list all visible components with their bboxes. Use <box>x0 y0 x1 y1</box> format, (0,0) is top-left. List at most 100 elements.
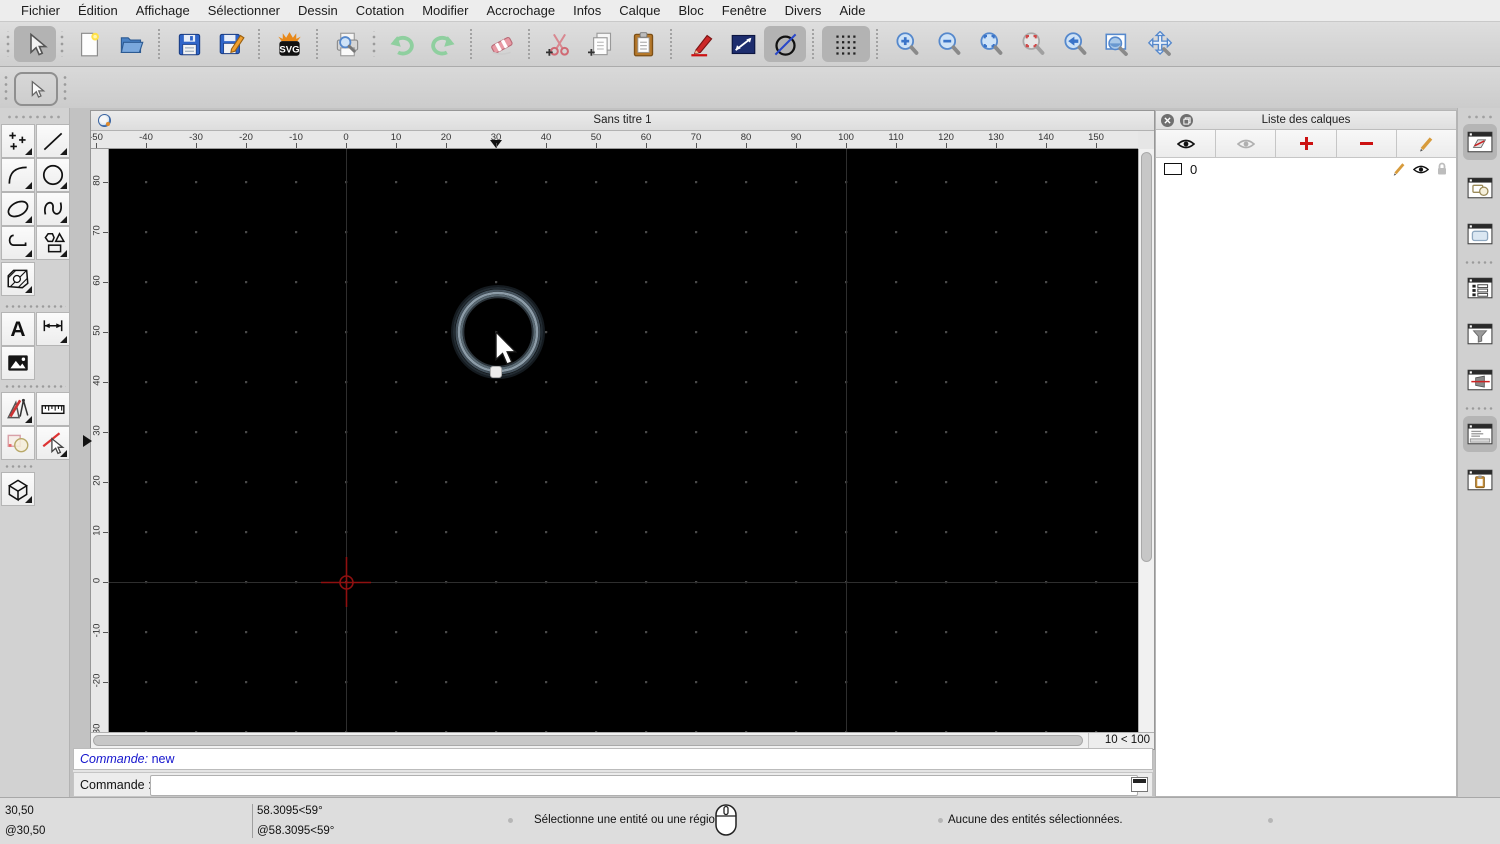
dock-drag-handle[interactable] <box>1464 406 1495 411</box>
current-tool-select-button[interactable] <box>14 72 58 106</box>
redo-button[interactable] <box>422 26 464 62</box>
library-browser-dock-button[interactable] <box>1463 216 1497 252</box>
circle-tool-button[interactable] <box>36 158 70 192</box>
svg-export-button[interactable]: SVG <box>268 26 310 62</box>
dock-drag-handle[interactable] <box>1464 260 1495 265</box>
zoom-window-button[interactable] <box>1096 26 1138 62</box>
block-list-dock-button[interactable] <box>1463 170 1497 206</box>
horizontal-scrollbar[interactable]: 10 < 100 <box>91 732 1154 749</box>
line-tool-button[interactable] <box>36 124 70 158</box>
line-attributes-button[interactable] <box>722 26 764 62</box>
layer-visibility-icon[interactable] <box>1413 164 1429 175</box>
menu-infos[interactable]: Infos <box>564 0 610 22</box>
hide-all-layers-button[interactable] <box>1216 130 1277 157</box>
layer-list-dock-button[interactable] <box>1463 124 1497 160</box>
modify-tool-button[interactable] <box>1 392 35 426</box>
ruler-h-label: 140 <box>1038 132 1054 143</box>
command-window-icon <box>1467 423 1493 445</box>
text-tool-button[interactable]: A <box>1 312 35 346</box>
zoom-redraw-button[interactable] <box>1012 26 1054 62</box>
menu-aide[interactable]: Aide <box>830 0 874 22</box>
save-button[interactable] <box>168 26 210 62</box>
polygon-tool-button[interactable] <box>36 226 70 260</box>
points-tool-button[interactable] <box>1 124 35 158</box>
vertical-scrollbar-thumb[interactable] <box>1141 152 1152 562</box>
copy-icon <box>587 32 611 56</box>
vertical-scrollbar[interactable] <box>1138 149 1154 732</box>
ruler-v-label: 60 <box>91 275 103 286</box>
command-console-dock-button[interactable] <box>1463 416 1497 452</box>
measure-tool-button[interactable] <box>36 392 70 426</box>
palette-drag-handle[interactable] <box>4 464 34 469</box>
zoom-auto-button[interactable] <box>970 26 1012 62</box>
hatch-tool-button[interactable] <box>1 262 35 296</box>
remove-layer-button[interactable] <box>1336 130 1397 157</box>
dock-drag-handle[interactable] <box>1466 114 1494 120</box>
layer-edit-icon[interactable] <box>1392 162 1406 176</box>
menu-modifier[interactable]: Modifier <box>413 0 477 22</box>
menu-divers[interactable]: Divers <box>776 0 831 22</box>
clipboard-dock-button[interactable] <box>1463 462 1497 498</box>
paste-button[interactable] <box>622 26 664 62</box>
toolbar-drag-handle[interactable] <box>62 74 68 100</box>
layer-row[interactable]: 0 <box>1156 158 1456 180</box>
undo-button[interactable] <box>380 26 422 62</box>
menu-cotation[interactable]: Cotation <box>347 0 413 22</box>
image-tool-button[interactable] <box>1 346 35 380</box>
zoom-pan-button[interactable] <box>1138 26 1180 62</box>
select-arrow-button[interactable] <box>14 26 56 62</box>
command-input[interactable] <box>150 775 1138 796</box>
pen-wizard-dock-button[interactable] <box>1463 362 1497 398</box>
menu-calque[interactable]: Calque <box>610 0 669 22</box>
menu-fichier[interactable]: Fichier <box>12 0 69 22</box>
edit-layer-button[interactable] <box>1396 130 1457 157</box>
delete-button[interactable] <box>480 26 522 62</box>
drawing-canvas[interactable] <box>109 149 1138 732</box>
document-titlebar[interactable]: Sans titre 1 <box>91 111 1154 131</box>
entity-list-dock-button[interactable] <box>1463 270 1497 306</box>
open-file-button[interactable] <box>110 26 152 62</box>
select-entity-tool-button[interactable] <box>36 426 70 460</box>
solid-3d-tool-button[interactable] <box>1 472 35 506</box>
toolbar-drag-handle[interactable] <box>58 31 66 57</box>
toolbar-drag-handle[interactable] <box>4 31 12 57</box>
zoom-out-button[interactable] <box>928 26 970 62</box>
print-preview-button[interactable] <box>326 26 368 62</box>
save-as-button[interactable] <box>210 26 252 62</box>
menu-edition[interactable]: Édition <box>69 0 127 22</box>
cut-button[interactable] <box>538 26 580 62</box>
dimension-tool-button[interactable] <box>36 312 70 346</box>
pen-attributes-button[interactable] <box>680 26 722 62</box>
palette-drag-handle[interactable] <box>6 114 64 120</box>
ruler-h-label: 150 <box>1088 132 1104 143</box>
zoom-previous-button[interactable] <box>1054 26 1096 62</box>
show-all-layers-button[interactable] <box>1156 130 1217 157</box>
order-tool-button[interactable] <box>1 426 35 460</box>
ellipse-tool-button[interactable] <box>1 192 35 226</box>
menu-bloc[interactable]: Bloc <box>669 0 712 22</box>
toolbar-drag-handle[interactable] <box>3 74 9 100</box>
horizontal-scrollbar-thumb[interactable] <box>93 735 1083 746</box>
menu-selectionner[interactable]: Sélectionner <box>199 0 289 22</box>
menu-dessin[interactable]: Dessin <box>289 0 347 22</box>
arc-tool-button[interactable] <box>1 158 35 192</box>
block-list-window-icon <box>1467 177 1493 199</box>
new-document-button[interactable] <box>68 26 110 62</box>
menu-affichage[interactable]: Affichage <box>127 0 199 22</box>
layer-lock-icon[interactable] <box>1436 162 1448 176</box>
selection-filter-dock-button[interactable] <box>1463 316 1497 352</box>
plus-icon <box>1299 137 1313 150</box>
polyline-tool-button[interactable] <box>1 226 35 260</box>
command-detach-button[interactable] <box>1131 777 1148 792</box>
entity-attributes-button[interactable] <box>764 26 806 62</box>
palette-drag-handle[interactable] <box>4 384 66 389</box>
toolbar-drag-handle[interactable] <box>370 31 378 57</box>
spline-tool-button[interactable] <box>36 192 70 226</box>
copy-button[interactable] <box>580 26 622 62</box>
add-layer-button[interactable] <box>1276 130 1337 157</box>
zoom-in-button[interactable] <box>886 26 928 62</box>
palette-drag-handle[interactable] <box>4 304 66 309</box>
menu-fenetre[interactable]: Fenêtre <box>713 0 776 22</box>
menu-accrochage[interactable]: Accrochage <box>477 0 564 22</box>
grid-toggle-button[interactable] <box>822 26 870 62</box>
